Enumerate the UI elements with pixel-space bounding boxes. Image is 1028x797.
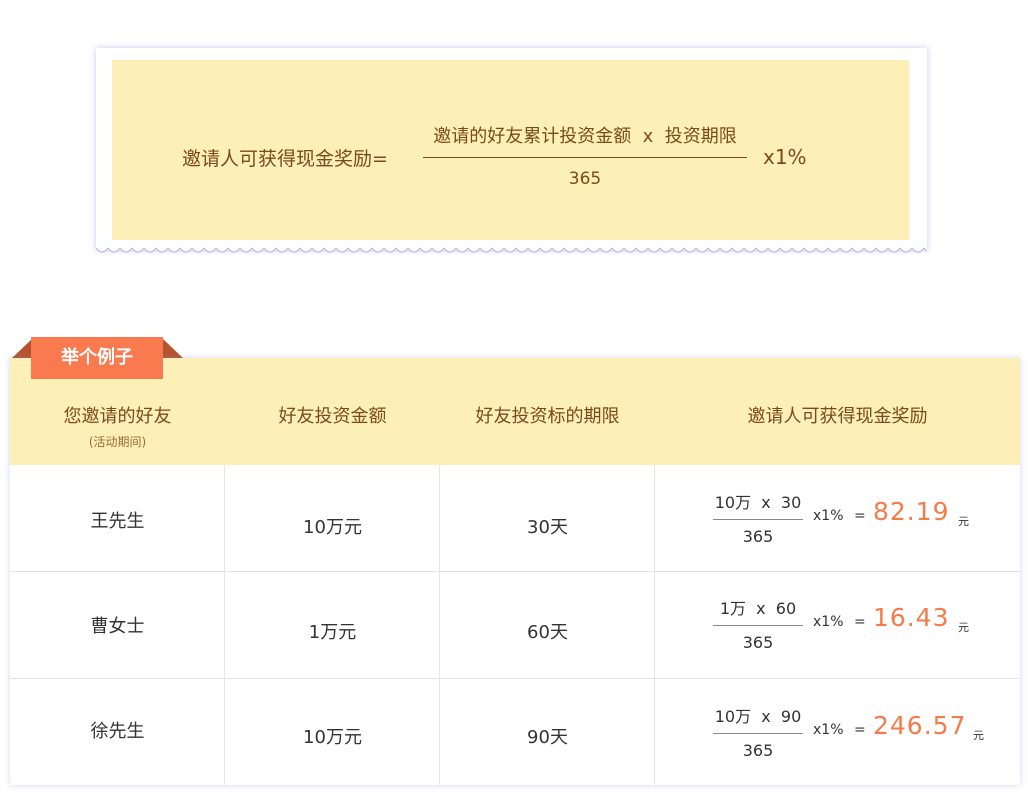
header-term: 好友投资标的期限 [475, 406, 620, 427]
calc-denominator: 365 [742, 741, 774, 760]
reward-calculation: 1万 x 60 365 x1% = 16.43 元 [656, 572, 1020, 678]
example-tab-label: 举个例子 [31, 337, 163, 379]
investment-term: 30天 [527, 517, 568, 538]
formula-panel: 邀请人可获得现金奖励= 邀请的好友累计投资金额 x 投资期限 365 x1% [112, 60, 909, 240]
tab-fold-right [163, 339, 183, 358]
formula-denominator: 365 [568, 169, 602, 189]
calc-fraction: 1万 x 60 365 [713, 595, 803, 655]
calc-equals: = [854, 508, 866, 524]
table-row: 曹女士 1万元 60天 1万 x 60 365 x1% = 16.43 元 [10, 572, 1020, 679]
investment-term: 60天 [527, 622, 568, 643]
reward-result: 82.19 [873, 497, 950, 526]
calc-numerator: 10万 x 90 [714, 707, 802, 726]
calc-multiplier: x1% [813, 614, 844, 630]
calc-fraction: 10万 x 90 365 [713, 703, 803, 763]
calc-denominator: 365 [742, 633, 774, 652]
friend-name: 王先生 [90, 511, 145, 532]
table-row: 王先生 10万元 30天 10万 x 30 365 x1% = 82.19 元 [10, 465, 1020, 572]
friend-name: 曹女士 [90, 616, 145, 637]
investment-amount: 10万元 [303, 727, 362, 748]
calc-multiplier: x1% [813, 508, 844, 524]
header-amount: 好友投资金额 [278, 406, 387, 427]
currency-unit: 元 [958, 621, 969, 634]
calc-denominator: 365 [742, 527, 774, 546]
formula-fraction: 邀请的好友累计投资金额 x 投资期限 365 [423, 122, 747, 192]
calc-fraction-line [713, 519, 803, 520]
example-table: 您邀请的好友 (活动期间) 好友投资金额 好友投资标的期限 邀请人可获得现金奖励… [10, 358, 1020, 785]
calc-fraction: 10万 x 30 365 [713, 489, 803, 549]
formula-card: 邀请人可获得现金奖励= 邀请的好友累计投资金额 x 投资期限 365 x1% [96, 48, 927, 250]
currency-unit: 元 [958, 515, 969, 528]
calc-multiplier: x1% [813, 722, 844, 738]
table-row: 徐先生 10万元 90天 10万 x 90 365 x1% = 246.57 元 [10, 679, 1020, 785]
header-friend: 您邀请的好友 [63, 406, 172, 427]
zigzag-edge [96, 245, 927, 259]
header-reward: 邀请人可获得现金奖励 [747, 406, 928, 427]
reward-result: 16.43 [873, 603, 950, 632]
calc-numerator: 1万 x 60 [719, 599, 797, 618]
calc-equals: = [854, 614, 866, 630]
reward-result: 246.57 [873, 711, 967, 740]
reward-calculation: 10万 x 30 365 x1% = 82.19 元 [656, 465, 1020, 571]
friend-name: 徐先生 [90, 721, 145, 742]
reward-calculation: 10万 x 90 365 x1% = 246.57 元 [656, 679, 1020, 785]
currency-unit: 元 [973, 729, 984, 742]
investment-amount: 1万元 [308, 622, 357, 643]
formula-multiplier: x1% [763, 145, 807, 169]
formula-fraction-line [423, 157, 747, 158]
calc-fraction-line [713, 733, 803, 734]
investment-amount: 10万元 [303, 517, 362, 538]
calc-equals: = [854, 722, 866, 738]
calc-fraction-line [713, 625, 803, 626]
tab-fold-left [12, 339, 32, 358]
formula-label: 邀请人可获得现金奖励= [182, 148, 388, 170]
header-friend-sub: (活动期间) [88, 435, 147, 449]
investment-term: 90天 [527, 727, 568, 748]
formula-numerator: 邀请的好友累计投资金额 x 投资期限 [433, 126, 737, 147]
calc-numerator: 10万 x 30 [714, 493, 802, 512]
